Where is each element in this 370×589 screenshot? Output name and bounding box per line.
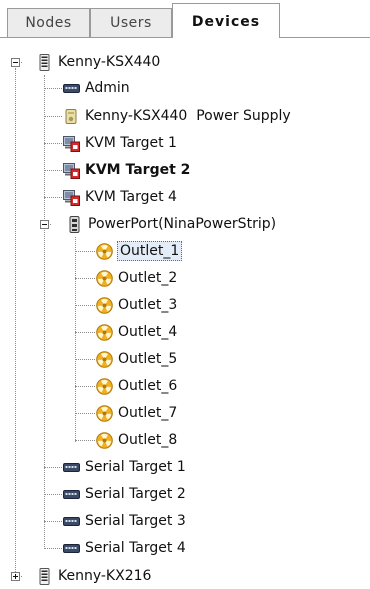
tree-line-root <box>15 68 16 580</box>
device-tower-icon <box>36 567 53 585</box>
tree-node-label: Outlet_8 <box>118 432 178 448</box>
kvm-target-icon <box>63 162 80 179</box>
tree-node-serial-target-1[interactable]: Serial Target 1 <box>63 455 187 479</box>
tree-node-label: Outlet_4 <box>118 324 178 340</box>
device-tree: Kenny-KSX440 Admin Kenny-KSX440 Power Su… <box>0 38 370 589</box>
tree-node-admin[interactable]: Admin <box>63 76 131 100</box>
tree-node-outlet-6[interactable]: Outlet_6 <box>96 374 178 398</box>
tree-node-power-supply[interactable]: Kenny-KSX440 Power Supply <box>63 104 292 128</box>
tree-node-label: Admin <box>85 80 130 96</box>
tree-connector <box>44 521 62 522</box>
tree-connector <box>75 278 95 279</box>
tab-nodes[interactable]: Nodes <box>7 8 90 37</box>
expand-root2-toggle[interactable] <box>11 572 20 581</box>
device-tower-icon <box>36 53 53 71</box>
tree-node-outlet-3[interactable]: Outlet_3 <box>96 293 178 317</box>
tree-connector <box>75 251 95 252</box>
tree-node-label: Kenny-KSX440 Power Supply <box>85 108 291 124</box>
tab-devices[interactable]: Devices <box>172 3 280 38</box>
tree-node-outlet-4[interactable]: Outlet_4 <box>96 320 178 344</box>
tree-connector <box>75 359 95 360</box>
outlet-icon <box>96 431 113 449</box>
tree-node-label: KVM Target 4 <box>85 189 177 205</box>
tree-connector <box>75 386 95 387</box>
tree-node-outlet-2[interactable]: Outlet_2 <box>96 266 178 290</box>
tree-connector <box>44 548 62 549</box>
tree-node-serial-target-2[interactable]: Serial Target 2 <box>63 482 187 506</box>
tree-node-label: Serial Target 1 <box>85 459 186 475</box>
outlet-icon <box>96 404 113 422</box>
tree-connector <box>75 305 95 306</box>
tree-line-root1-children <box>44 75 45 549</box>
kvm-target-icon <box>63 189 80 206</box>
tree-connector <box>44 494 62 495</box>
tree-node-outlet-7[interactable]: Outlet_7 <box>96 401 178 425</box>
tree-node-label: Kenny-KSX440 <box>58 54 161 70</box>
tree-connector <box>75 332 95 333</box>
collapse-root1-toggle[interactable] <box>11 58 20 67</box>
collapse-powerport-toggle[interactable] <box>40 220 49 229</box>
tree-node-kvm-target-4[interactable]: KVM Target 4 <box>63 185 178 209</box>
tree-node-label: Outlet_7 <box>118 405 178 421</box>
tree-node-label: Outlet_5 <box>118 351 178 367</box>
tree-node-label: Kenny-KX216 <box>58 568 152 584</box>
tree-connector <box>44 170 62 171</box>
tree-node-powerport[interactable]: PowerPort(NinaPowerStrip) <box>66 212 277 236</box>
tree-node-label: KVM Target 1 <box>85 135 177 151</box>
tree-node-label: KVM Target 2 <box>85 162 191 178</box>
outlet-icon <box>96 296 113 314</box>
tab-users[interactable]: Users <box>90 8 172 37</box>
tree-node-outlet-8[interactable]: Outlet_8 <box>96 428 178 452</box>
tree-connector <box>44 197 62 198</box>
tree-connector <box>44 88 62 89</box>
tree-node-outlet-1[interactable]: Outlet_1 <box>96 239 183 263</box>
tree-node-label: Outlet_6 <box>118 378 178 394</box>
serial-port-icon <box>63 459 80 476</box>
tree-node-serial-target-4[interactable]: Serial Target 4 <box>63 536 187 560</box>
kvm-target-icon <box>63 135 80 152</box>
power-strip-icon <box>66 215 83 233</box>
tree-node-label: Outlet_3 <box>118 297 178 313</box>
tree-node-label: Serial Target 4 <box>85 540 186 556</box>
outlet-icon <box>96 350 113 368</box>
outlet-icon <box>96 377 113 395</box>
outlet-icon <box>96 269 113 287</box>
tree-node-label: Serial Target 3 <box>85 513 186 529</box>
tree-connector <box>75 413 95 414</box>
tree-node-label: PowerPort(NinaPowerStrip) <box>88 216 277 232</box>
serial-port-icon <box>63 80 80 97</box>
power-supply-icon <box>63 108 80 125</box>
tree-node-outlet-5[interactable]: Outlet_5 <box>96 347 178 371</box>
tree-node-serial-target-3[interactable]: Serial Target 3 <box>63 509 187 533</box>
tab-bar: Nodes Users Devices <box>0 0 370 38</box>
tree-node-kvm-target-1[interactable]: KVM Target 1 <box>63 131 178 155</box>
tree-node-label: Outlet_1 <box>117 241 183 261</box>
outlet-icon <box>96 323 113 341</box>
tree-node-label: Serial Target 2 <box>85 486 186 502</box>
tree-connector <box>44 467 62 468</box>
tree-line-powerport-children <box>75 237 76 442</box>
tree-connector <box>75 440 95 441</box>
outlet-icon <box>96 242 113 260</box>
tree-node-root1[interactable]: Kenny-KSX440 <box>36 50 161 74</box>
tree-connector <box>44 143 62 144</box>
tree-connector <box>44 116 62 117</box>
serial-port-icon <box>63 513 80 530</box>
tree-node-label: Outlet_2 <box>118 270 178 286</box>
tree-node-root2[interactable]: Kenny-KX216 <box>36 564 152 588</box>
tree-node-kvm-target-2[interactable]: KVM Target 2 <box>63 158 191 182</box>
serial-port-icon <box>63 486 80 503</box>
serial-port-icon <box>63 540 80 557</box>
